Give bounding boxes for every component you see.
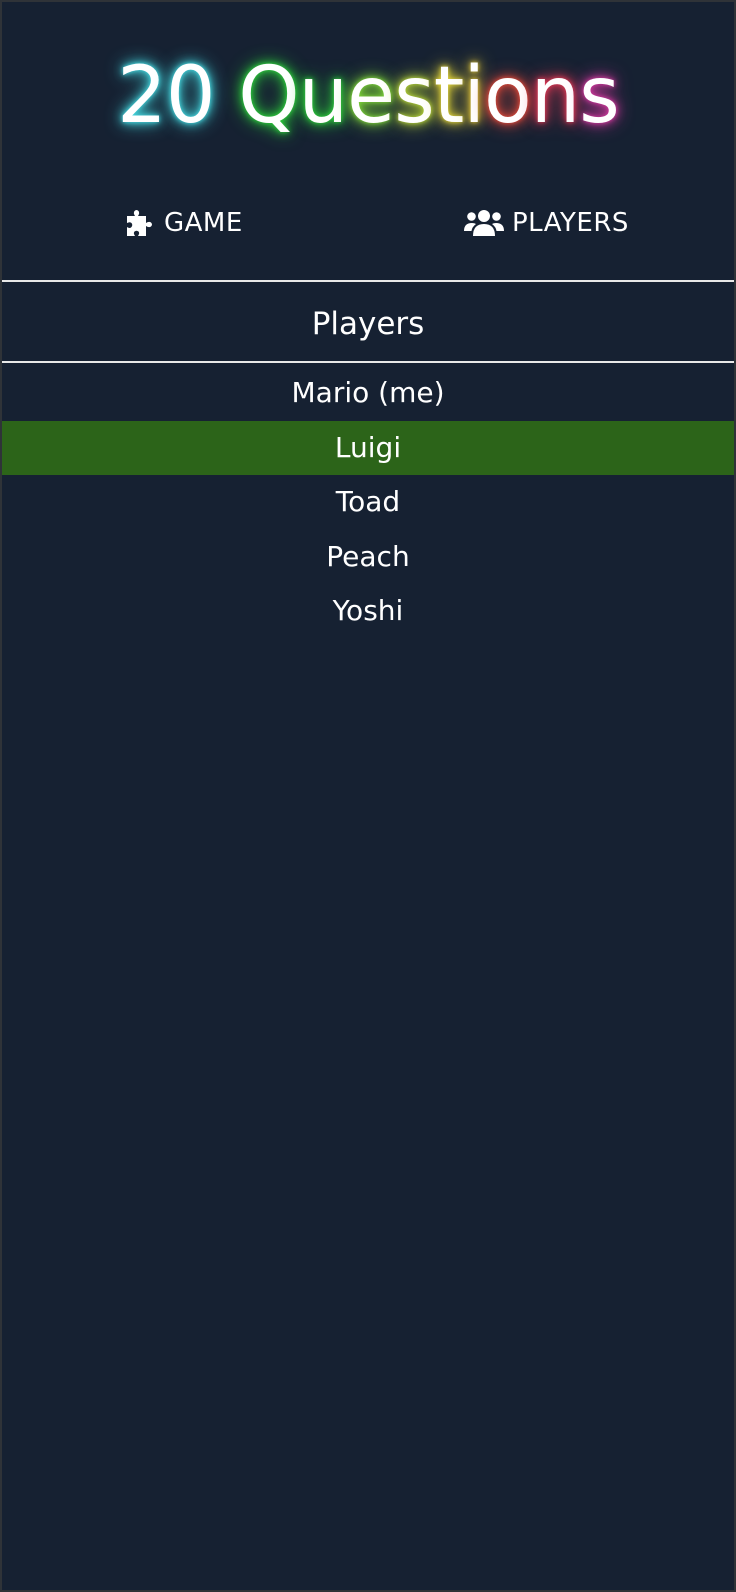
puzzle-icon xyxy=(124,207,164,239)
player-list-item[interactable]: Yoshi xyxy=(2,584,734,639)
nav-tab-players-label: PLAYERS xyxy=(512,208,629,238)
player-list-item[interactable]: Luigi xyxy=(2,420,734,475)
users-icon xyxy=(464,207,512,239)
app-title: 20 Questions xyxy=(117,51,620,141)
player-list: Mario (me) Luigi Toad Peach Yoshi xyxy=(2,366,734,639)
player-list-item[interactable]: Mario (me) xyxy=(2,366,734,421)
nav-tab-game[interactable]: GAME xyxy=(124,198,243,248)
app-root: 20 Questions GAME PLAYERS Players Mario … xyxy=(0,0,736,1592)
section-heading: Players xyxy=(311,306,425,342)
divider xyxy=(2,280,734,282)
player-list-item[interactable]: Peach xyxy=(2,530,734,585)
nav-tab-players[interactable]: PLAYERS xyxy=(464,198,629,248)
main-nav: GAME PLAYERS xyxy=(2,198,734,248)
divider xyxy=(2,361,734,363)
player-list-item[interactable]: Toad xyxy=(2,475,734,530)
nav-tab-game-label: GAME xyxy=(164,208,243,238)
